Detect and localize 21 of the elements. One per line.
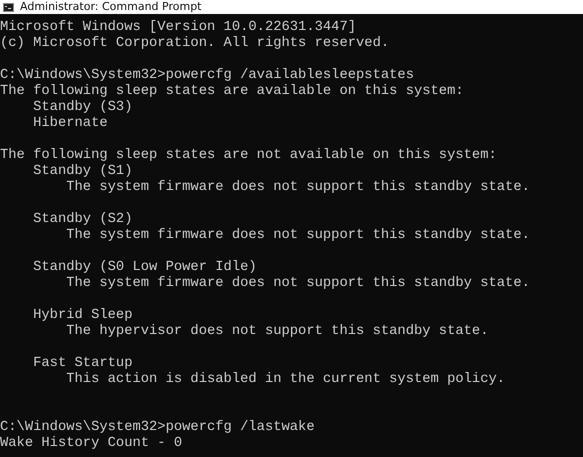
console-line: This action is disabled in the current system policy. bbox=[65, 372, 506, 388]
console-line: The following sleep states are not available on this system: bbox=[0, 148, 497, 164]
console-line: (c) Microsoft Corporation. All rights reserved. bbox=[0, 36, 390, 52]
console-line: The hypervisor does not support this standby state. bbox=[65, 324, 488, 340]
console-line: The system firmware does not support this standby state. bbox=[65, 228, 530, 244]
console-line: Wake History Count - 0 bbox=[0, 436, 182, 452]
console-line: Standby (S1) bbox=[32, 164, 132, 180]
console-line: Hybrid Sleep bbox=[32, 308, 132, 324]
terminal-icon bbox=[3, 2, 14, 12]
console-line: The system firmware does not support this standby state. bbox=[65, 180, 530, 196]
console-line: C:\Windows\System32>powercfg /lastwake bbox=[0, 420, 315, 436]
console-line: Standby (S2) bbox=[32, 212, 132, 228]
console-line: Hibernate bbox=[32, 116, 108, 132]
console-line: C:\Windows\System32>powercfg /availablesleepstates bbox=[0, 68, 414, 84]
window-title: Administrator: Command Prompt bbox=[20, 0, 202, 14]
console-line: The system firmware does not support this standby state. bbox=[65, 276, 530, 292]
console-line: Fast Startup bbox=[32, 356, 132, 372]
console-line: The following sleep states are available on this system: bbox=[0, 84, 464, 100]
console-line: Microsoft Windows [Version 10.0.22631.3447] bbox=[0, 20, 356, 36]
console-line: Standby (S3) bbox=[32, 100, 132, 116]
console-line: Standby (S0 Low Power Idle) bbox=[32, 260, 257, 276]
